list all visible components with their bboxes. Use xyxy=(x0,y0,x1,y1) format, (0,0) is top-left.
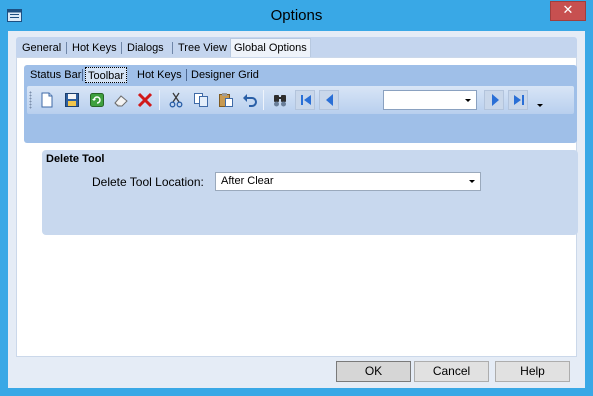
chevron-down-icon xyxy=(465,99,471,102)
delete-button[interactable] xyxy=(134,89,156,111)
undo-icon xyxy=(243,94,257,107)
next-record-icon xyxy=(492,94,499,106)
inner-tab-strip: Status Bar Toolbar Hot Keys Designer Gri… xyxy=(24,65,577,143)
refresh-icon xyxy=(90,93,104,107)
tab-separator xyxy=(172,42,173,54)
toolbar-grip[interactable] xyxy=(29,91,32,109)
last-record-icon xyxy=(514,95,524,105)
window-title: Options xyxy=(270,7,323,24)
delete-tool-group: Delete Tool Delete Tool Location: After … xyxy=(42,150,578,235)
ok-button[interactable]: OK xyxy=(336,361,411,382)
last-record-button[interactable] xyxy=(508,90,528,110)
global-options-panel: Status Bar Toolbar Hot Keys Designer Gri… xyxy=(16,57,578,357)
toolbar-separator xyxy=(159,90,160,110)
tab-separator xyxy=(186,69,187,81)
cancel-button[interactable]: Cancel xyxy=(414,361,489,382)
tab-toolbar[interactable]: Toolbar xyxy=(85,67,128,83)
next-record-button[interactable] xyxy=(484,90,504,110)
tab-hot-keys[interactable]: Hot Keys xyxy=(70,40,119,56)
tab-global-options[interactable]: Global Options xyxy=(230,38,311,57)
new-file-icon xyxy=(41,92,53,108)
overflow-icon[interactable] xyxy=(537,104,543,107)
close-icon: ✕ xyxy=(562,3,574,18)
options-window: Options ✕ General Hot Keys Dialogs Tree … xyxy=(0,0,593,396)
toolbar-preview xyxy=(27,86,574,114)
record-select[interactable] xyxy=(383,90,477,110)
tab-separator xyxy=(66,42,67,54)
chevron-down-icon xyxy=(469,180,475,183)
tab-designer-grid[interactable]: Designer Grid xyxy=(189,67,261,83)
delete-icon xyxy=(137,92,153,108)
close-button[interactable]: ✕ xyxy=(550,1,586,21)
tab-separator xyxy=(121,42,122,54)
refresh-button[interactable] xyxy=(86,89,108,111)
first-record-icon xyxy=(301,95,311,105)
save-icon xyxy=(65,93,79,107)
find-button[interactable] xyxy=(269,89,291,111)
tab-tree-view[interactable]: Tree View xyxy=(176,40,229,56)
copy-icon xyxy=(194,93,208,107)
new-file-button[interactable] xyxy=(36,89,58,111)
paste-icon xyxy=(219,93,233,107)
tab-inner-hot-keys[interactable]: Hot Keys xyxy=(135,67,184,83)
eraser-icon xyxy=(114,95,128,107)
outer-tab-strip: General Hot Keys Dialogs Tree View Globa… xyxy=(16,37,577,57)
paste-button[interactable] xyxy=(215,89,237,111)
help-button[interactable]: Help xyxy=(495,361,570,382)
tab-separator xyxy=(82,69,83,81)
delete-tool-location-label: Delete Tool Location: xyxy=(92,175,204,189)
title-bar[interactable]: Options ✕ xyxy=(0,0,593,32)
toolbar-separator xyxy=(263,90,264,110)
tab-general[interactable]: General xyxy=(20,40,63,56)
first-record-button[interactable] xyxy=(295,90,315,110)
find-icon xyxy=(274,95,286,107)
save-button[interactable] xyxy=(61,89,83,111)
previous-record-icon xyxy=(326,94,333,106)
cut-icon xyxy=(169,92,183,108)
group-header: Delete Tool xyxy=(46,153,105,165)
tab-status-bar[interactable]: Status Bar xyxy=(28,67,83,83)
cut-button[interactable] xyxy=(165,89,187,111)
undo-button[interactable] xyxy=(239,89,261,111)
copy-button[interactable] xyxy=(190,89,212,111)
eraser-button[interactable] xyxy=(110,89,132,111)
previous-record-button[interactable] xyxy=(319,90,339,110)
dialog-client-area: General Hot Keys Dialogs Tree View Globa… xyxy=(8,31,585,388)
delete-tool-location-select[interactable]: After Clear xyxy=(215,172,481,191)
delete-tool-location-value: After Clear xyxy=(221,175,274,187)
tab-dialogs[interactable]: Dialogs xyxy=(125,40,166,56)
